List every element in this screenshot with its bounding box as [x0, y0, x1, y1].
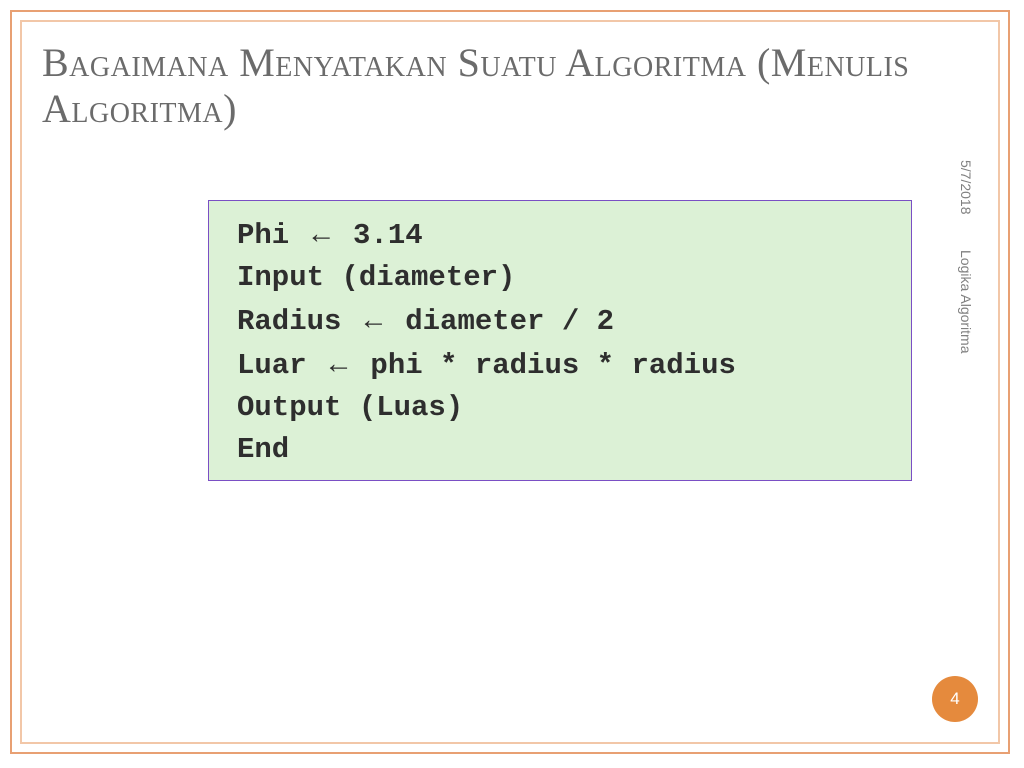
- code-text: diameter / 2: [388, 305, 614, 338]
- code-line-5: Output (Luas): [237, 387, 889, 429]
- page-number: 4: [950, 689, 959, 709]
- page-number-badge: 4: [932, 676, 978, 722]
- code-line-1: Phi ← 3.14: [237, 213, 889, 257]
- left-arrow-icon: ←: [359, 304, 388, 336]
- code-line-2: Input (diameter): [237, 257, 889, 299]
- slide-date: 5/7/2018: [958, 160, 974, 215]
- slide-title: Bagaimana Menyatakan Suatu Algoritma (Me…: [42, 40, 964, 132]
- left-arrow-icon: ←: [307, 218, 336, 250]
- code-text: Luar: [237, 349, 324, 382]
- slide-subject: Logika Algoritma: [958, 250, 974, 354]
- code-text: 3.14: [336, 219, 423, 252]
- left-arrow-icon: ←: [324, 348, 353, 380]
- code-text: Phi: [237, 219, 307, 252]
- code-text: phi * radius * radius: [353, 349, 736, 382]
- code-line-3: Radius ← diameter / 2: [237, 299, 889, 343]
- code-text: Radius: [237, 305, 359, 338]
- code-line-6: End: [237, 429, 889, 471]
- code-line-4: Luar ← phi * radius * radius: [237, 343, 889, 387]
- pseudocode-box: Phi ← 3.14 Input (diameter) Radius ← dia…: [208, 200, 912, 481]
- side-metadata: 5/7/2018 Logika Algoritma: [956, 160, 980, 460]
